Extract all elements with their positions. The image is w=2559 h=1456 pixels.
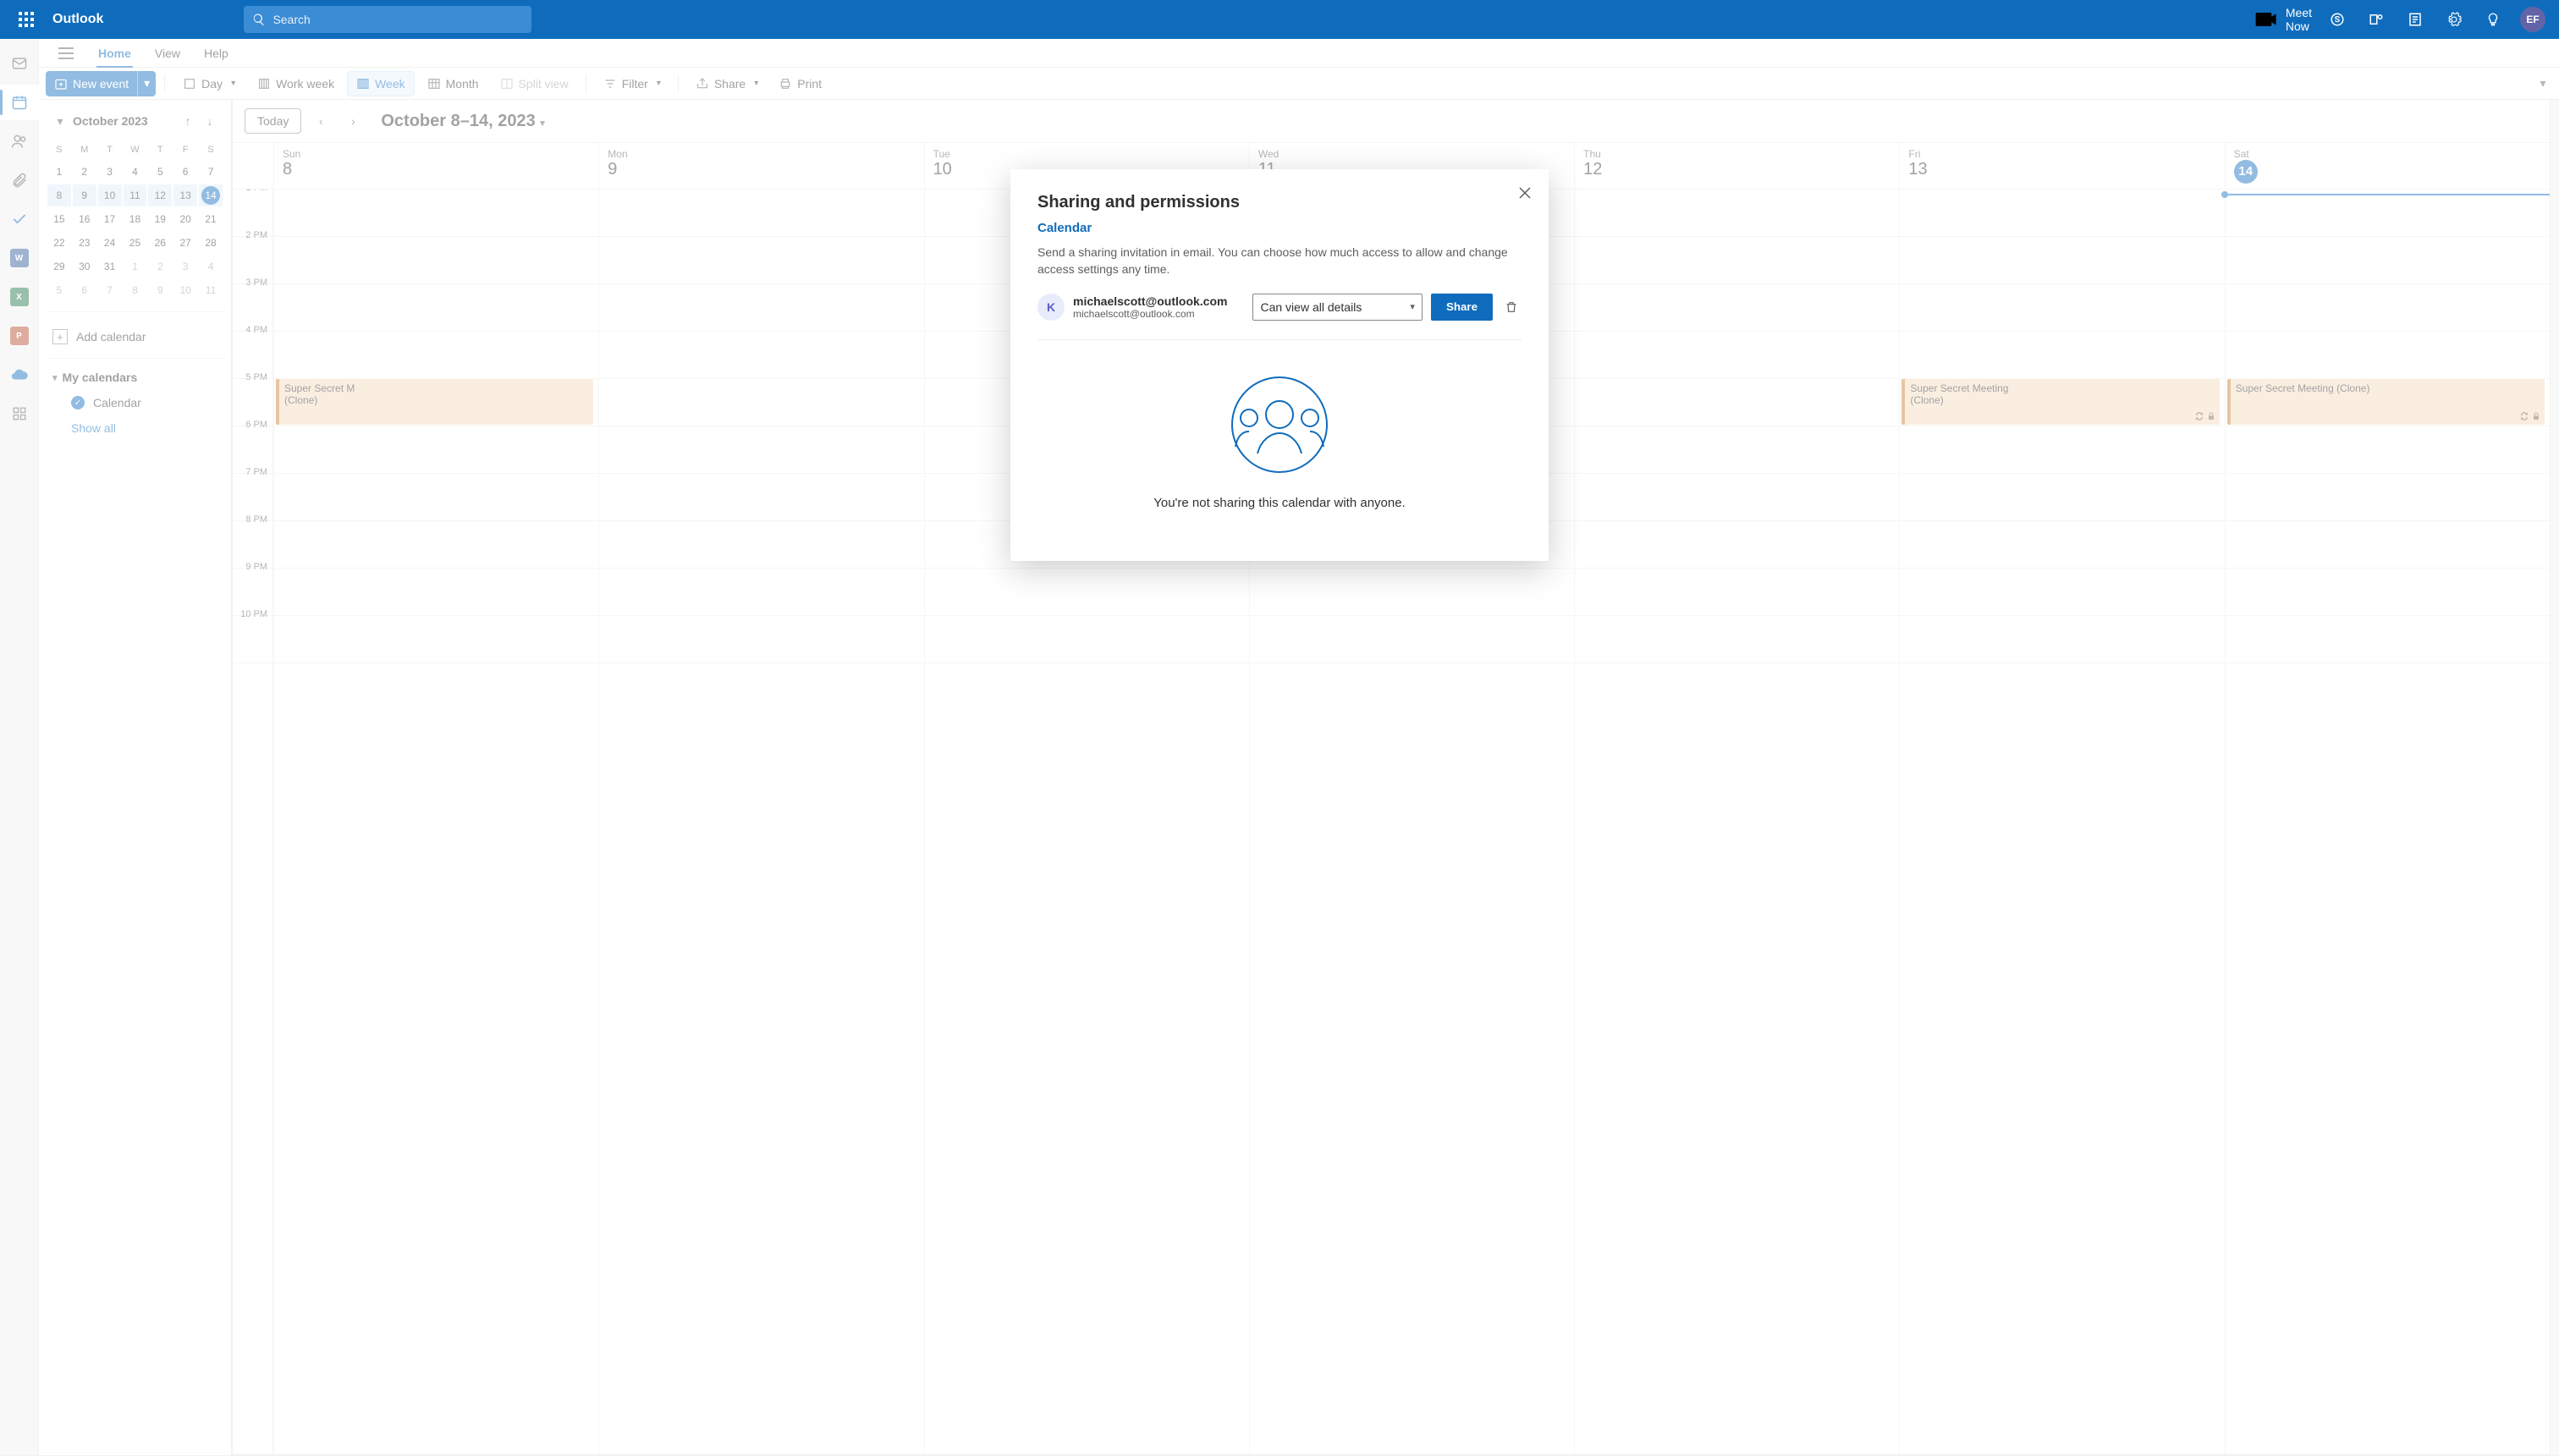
skype-button[interactable]	[2319, 0, 2356, 39]
dialog-description: Send a sharing invitation in email. You …	[1037, 244, 1522, 278]
waffle-icon	[19, 12, 34, 27]
dialog-subtitle: Calendar	[1037, 221, 1522, 235]
lightbulb-icon	[2485, 12, 2501, 27]
sharing-dialog: Sharing and permissions Calendar Send a …	[1010, 169, 1549, 561]
empty-state-text: You're not sharing this calendar with an…	[1153, 496, 1406, 510]
dialog-title: Sharing and permissions	[1037, 193, 1522, 212]
task-icon	[2408, 12, 2423, 27]
search-box[interactable]	[244, 6, 531, 33]
share-submit-button[interactable]: Share	[1431, 294, 1493, 321]
empty-illustration-icon	[1229, 374, 1330, 475]
teams-icon	[2369, 12, 2384, 27]
skype-icon	[2330, 12, 2345, 27]
account-avatar[interactable]: EF	[2520, 7, 2545, 32]
search-input[interactable]	[272, 13, 523, 26]
notes-button[interactable]	[2397, 0, 2434, 39]
app-launcher[interactable]	[7, 0, 46, 39]
trash-icon	[1505, 300, 1518, 314]
remove-invitee-button[interactable]	[1501, 297, 1522, 317]
close-button[interactable]	[1513, 181, 1537, 205]
meet-now-label: Meet Now	[2286, 6, 2312, 33]
permission-dropdown[interactable]: Can view all details	[1252, 294, 1422, 321]
permission-value: Can view all details	[1260, 300, 1362, 314]
teams-button[interactable]	[2358, 0, 2395, 39]
meet-now-button[interactable]: Meet Now	[2248, 6, 2317, 33]
tips-button[interactable]	[2474, 0, 2512, 39]
invitee-email: michaelscott@outlook.com	[1073, 308, 1227, 320]
video-icon	[2254, 6, 2281, 33]
settings-button[interactable]	[2435, 0, 2473, 39]
gear-icon	[2446, 12, 2462, 27]
invitee-info: michaelscott@outlook.com michaelscott@ou…	[1073, 294, 1227, 320]
search-icon	[252, 13, 266, 26]
close-icon	[1519, 187, 1531, 199]
app-brand[interactable]: Outlook	[51, 12, 103, 27]
title-bar: Outlook Meet Now EF	[0, 0, 2559, 39]
invitee-avatar: K	[1037, 294, 1065, 321]
empty-state: You're not sharing this calendar with an…	[1037, 340, 1522, 527]
invitee-name: michaelscott@outlook.com	[1073, 294, 1227, 308]
